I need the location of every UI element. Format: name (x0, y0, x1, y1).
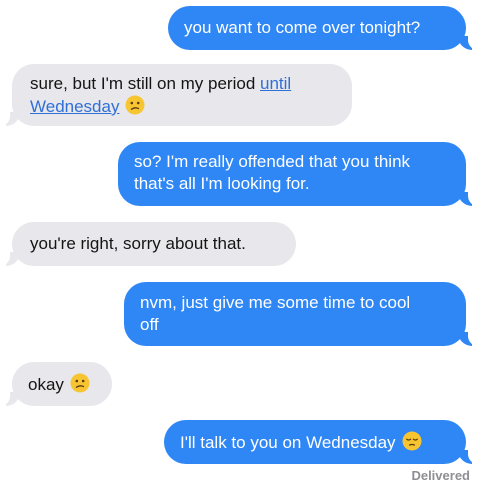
bubble-tail (458, 448, 478, 464)
date-link[interactable]: Wednesday (30, 97, 119, 116)
bubble-tail (458, 34, 478, 50)
received-message-bubble[interactable]: you're right, sorry about that. (0, 222, 296, 266)
bubble-tail (0, 250, 20, 266)
delivered-status: Delivered (411, 468, 470, 483)
message-text: sure, but I'm still on my period (30, 74, 260, 93)
message-line: that's all I'm looking for. (134, 174, 310, 193)
bubble-tail (0, 110, 20, 126)
message-text: okay (28, 375, 64, 394)
message-line: nvm, just give me some time to cool (140, 293, 411, 312)
message-line: off (140, 315, 159, 334)
message-line: sure, but I'm still on my period until (30, 73, 334, 95)
received-message-bubble[interactable]: sure, but I'm still on my period until W… (0, 64, 352, 126)
sent-message-bubble[interactable]: you want to come over tonight? (168, 6, 478, 50)
bubble-tail (458, 330, 478, 346)
message-text: I'll talk to you on Wednesday (180, 433, 396, 452)
message-text: you want to come over tonight? (184, 18, 421, 37)
message-text: you're right, sorry about that. (30, 234, 246, 253)
sent-message-bubble[interactable]: nvm, just give me some time to cool off (124, 282, 478, 346)
confused-face-icon (70, 373, 90, 399)
bubble-tail (0, 390, 20, 406)
date-link[interactable]: until (260, 74, 291, 93)
message-line: Wednesday (30, 95, 334, 121)
received-message-bubble[interactable]: okay (0, 362, 112, 406)
relieved-face-icon (402, 431, 422, 457)
sent-message-bubble[interactable]: I'll talk to you on Wednesday (164, 420, 478, 464)
message-line: so? I'm really offended that you think (134, 152, 411, 171)
sent-message-bubble[interactable]: so? I'm really offended that you think t… (118, 142, 478, 206)
bubble-tail (458, 190, 478, 206)
confused-face-icon (125, 95, 145, 121)
